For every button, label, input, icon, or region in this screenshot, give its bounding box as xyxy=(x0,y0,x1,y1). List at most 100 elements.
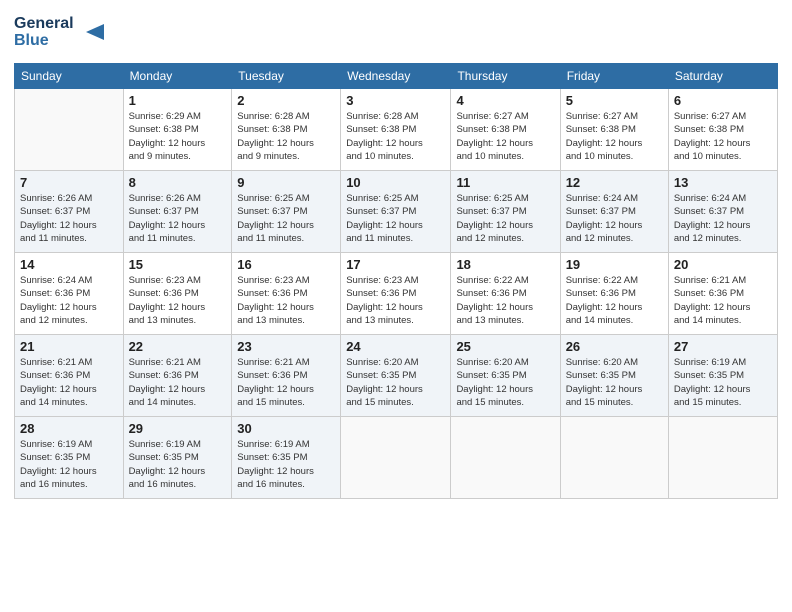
day-info: Sunrise: 6:24 AM Sunset: 6:36 PM Dayligh… xyxy=(20,274,118,327)
day-number: 10 xyxy=(346,175,445,190)
day-number: 1 xyxy=(129,93,227,108)
day-number: 6 xyxy=(674,93,772,108)
day-number: 29 xyxy=(129,421,227,436)
day-info: Sunrise: 6:21 AM Sunset: 6:36 PM Dayligh… xyxy=(674,274,772,327)
day-info: Sunrise: 6:28 AM Sunset: 6:38 PM Dayligh… xyxy=(346,110,445,163)
day-number: 17 xyxy=(346,257,445,272)
calendar-cell: 25 Sunrise: 6:20 AM Sunset: 6:35 PM Dayli… xyxy=(451,335,560,417)
calendar-cell xyxy=(341,417,451,499)
calendar-week-row: 21 Sunrise: 6:21 AM Sunset: 6:36 PM Dayli… xyxy=(15,335,778,417)
calendar-cell: 17 Sunrise: 6:23 AM Sunset: 6:36 PM Dayli… xyxy=(341,253,451,335)
day-number: 13 xyxy=(674,175,772,190)
calendar-cell xyxy=(668,417,777,499)
day-info: Sunrise: 6:20 AM Sunset: 6:35 PM Dayligh… xyxy=(566,356,663,409)
calendar-week-row: 7 Sunrise: 6:26 AM Sunset: 6:37 PM Daylig… xyxy=(15,171,778,253)
day-number: 15 xyxy=(129,257,227,272)
calendar-cell xyxy=(560,417,668,499)
day-info: Sunrise: 6:19 AM Sunset: 6:35 PM Dayligh… xyxy=(20,438,118,491)
day-info: Sunrise: 6:27 AM Sunset: 6:38 PM Dayligh… xyxy=(566,110,663,163)
day-info: Sunrise: 6:21 AM Sunset: 6:36 PM Dayligh… xyxy=(129,356,227,409)
calendar-cell: 14 Sunrise: 6:24 AM Sunset: 6:36 PM Dayli… xyxy=(15,253,124,335)
weekday-header: Saturday xyxy=(668,64,777,89)
weekday-header: Monday xyxy=(123,64,232,89)
day-number: 27 xyxy=(674,339,772,354)
calendar-cell: 19 Sunrise: 6:22 AM Sunset: 6:36 PM Dayli… xyxy=(560,253,668,335)
day-info: Sunrise: 6:24 AM Sunset: 6:37 PM Dayligh… xyxy=(674,192,772,245)
calendar-cell: 22 Sunrise: 6:21 AM Sunset: 6:36 PM Dayli… xyxy=(123,335,232,417)
calendar-cell: 4 Sunrise: 6:27 AM Sunset: 6:38 PM Daylig… xyxy=(451,89,560,171)
day-number: 24 xyxy=(346,339,445,354)
day-info: Sunrise: 6:25 AM Sunset: 6:37 PM Dayligh… xyxy=(346,192,445,245)
day-number: 7 xyxy=(20,175,118,190)
day-info: Sunrise: 6:22 AM Sunset: 6:36 PM Dayligh… xyxy=(566,274,663,327)
day-number: 25 xyxy=(456,339,554,354)
calendar-cell xyxy=(451,417,560,499)
day-info: Sunrise: 6:29 AM Sunset: 6:38 PM Dayligh… xyxy=(129,110,227,163)
day-number: 16 xyxy=(237,257,335,272)
calendar-cell: 9Sunrise: 6:25 AM Sunset: 6:37 PM Daylig… xyxy=(232,171,341,253)
calendar-cell: 15Sunrise: 6:23 AM Sunset: 6:36 PM Dayli… xyxy=(123,253,232,335)
day-number: 5 xyxy=(566,93,663,108)
svg-text:Blue: Blue xyxy=(14,32,49,49)
day-info: Sunrise: 6:27 AM Sunset: 6:38 PM Dayligh… xyxy=(674,110,772,163)
day-number: 21 xyxy=(20,339,118,354)
header: General Blue xyxy=(14,10,778,55)
day-info: Sunrise: 6:20 AM Sunset: 6:35 PM Dayligh… xyxy=(346,356,445,409)
calendar-cell: 10 Sunrise: 6:25 AM Sunset: 6:37 PM Dayli… xyxy=(341,171,451,253)
calendar-cell: 2 Sunrise: 6:28 AM Sunset: 6:38 PM Daylig… xyxy=(232,89,341,171)
day-info: Sunrise: 6:23 AM Sunset: 6:36 PM Dayligh… xyxy=(346,274,445,327)
svg-text:General: General xyxy=(14,15,74,32)
calendar-cell: 5 Sunrise: 6:27 AM Sunset: 6:38 PM Daylig… xyxy=(560,89,668,171)
day-info: Sunrise: 6:26 AM Sunset: 6:37 PM Dayligh… xyxy=(20,192,118,245)
day-info: Sunrise: 6:20 AM Sunset: 6:35 PM Dayligh… xyxy=(456,356,554,409)
calendar-cell: 26 Sunrise: 6:20 AM Sunset: 6:35 PM Dayli… xyxy=(560,335,668,417)
calendar-table: SundayMondayTuesdayWednesdayThursdayFrid… xyxy=(14,63,778,499)
day-number: 26 xyxy=(566,339,663,354)
logo: General Blue xyxy=(14,10,104,55)
day-info: Sunrise: 6:19 AM Sunset: 6:35 PM Dayligh… xyxy=(674,356,772,409)
calendar-cell: 21 Sunrise: 6:21 AM Sunset: 6:36 PM Dayli… xyxy=(15,335,124,417)
day-info: Sunrise: 6:22 AM Sunset: 6:36 PM Dayligh… xyxy=(456,274,554,327)
day-number: 11 xyxy=(456,175,554,190)
calendar-cell: 23 Sunrise: 6:21 AM Sunset: 6:36 PM Dayli… xyxy=(232,335,341,417)
calendar-cell: 3Sunrise: 6:28 AM Sunset: 6:38 PM Daylig… xyxy=(341,89,451,171)
calendar-cell: 13 Sunrise: 6:24 AM Sunset: 6:37 PM Dayli… xyxy=(668,171,777,253)
day-number: 14 xyxy=(20,257,118,272)
day-info: Sunrise: 6:19 AM Sunset: 6:35 PM Dayligh… xyxy=(129,438,227,491)
weekday-header: Wednesday xyxy=(341,64,451,89)
day-number: 28 xyxy=(20,421,118,436)
day-info: Sunrise: 6:27 AM Sunset: 6:38 PM Dayligh… xyxy=(456,110,554,163)
calendar-week-row: 1 Sunrise: 6:29 AM Sunset: 6:38 PM Daylig… xyxy=(15,89,778,171)
day-number: 12 xyxy=(566,175,663,190)
day-info: Sunrise: 6:26 AM Sunset: 6:37 PM Dayligh… xyxy=(129,192,227,245)
calendar-cell: 16 Sunrise: 6:23 AM Sunset: 6:36 PM Dayli… xyxy=(232,253,341,335)
calendar-cell: 27 Sunrise: 6:19 AM Sunset: 6:35 PM Dayli… xyxy=(668,335,777,417)
day-number: 30 xyxy=(237,421,335,436)
day-info: Sunrise: 6:19 AM Sunset: 6:35 PM Dayligh… xyxy=(237,438,335,491)
day-info: Sunrise: 6:21 AM Sunset: 6:36 PM Dayligh… xyxy=(20,356,118,409)
calendar-cell: 29 Sunrise: 6:19 AM Sunset: 6:35 PM Dayli… xyxy=(123,417,232,499)
calendar-body: 1 Sunrise: 6:29 AM Sunset: 6:38 PM Daylig… xyxy=(15,89,778,499)
calendar-cell: 18Sunrise: 6:22 AM Sunset: 6:36 PM Dayli… xyxy=(451,253,560,335)
weekday-header: Sunday xyxy=(15,64,124,89)
day-number: 8 xyxy=(129,175,227,190)
calendar-week-row: 28 Sunrise: 6:19 AM Sunset: 6:35 PM Dayli… xyxy=(15,417,778,499)
calendar-cell: 20 Sunrise: 6:21 AM Sunset: 6:36 PM Dayli… xyxy=(668,253,777,335)
calendar-cell: 30 Sunrise: 6:19 AM Sunset: 6:35 PM Dayli… xyxy=(232,417,341,499)
day-number: 20 xyxy=(674,257,772,272)
logo-text: General Blue xyxy=(14,10,104,55)
calendar-week-row: 14 Sunrise: 6:24 AM Sunset: 6:36 PM Dayli… xyxy=(15,253,778,335)
day-info: Sunrise: 6:21 AM Sunset: 6:36 PM Dayligh… xyxy=(237,356,335,409)
day-number: 19 xyxy=(566,257,663,272)
day-info: Sunrise: 6:24 AM Sunset: 6:37 PM Dayligh… xyxy=(566,192,663,245)
calendar-cell: 28 Sunrise: 6:19 AM Sunset: 6:35 PM Dayli… xyxy=(15,417,124,499)
day-info: Sunrise: 6:28 AM Sunset: 6:38 PM Dayligh… xyxy=(237,110,335,163)
day-number: 23 xyxy=(237,339,335,354)
calendar-cell: 1 Sunrise: 6:29 AM Sunset: 6:38 PM Daylig… xyxy=(123,89,232,171)
day-info: Sunrise: 6:25 AM Sunset: 6:37 PM Dayligh… xyxy=(456,192,554,245)
day-info: Sunrise: 6:23 AM Sunset: 6:36 PM Dayligh… xyxy=(237,274,335,327)
day-number: 22 xyxy=(129,339,227,354)
calendar-cell: 11 Sunrise: 6:25 AM Sunset: 6:37 PM Dayli… xyxy=(451,171,560,253)
day-number: 2 xyxy=(237,93,335,108)
day-number: 4 xyxy=(456,93,554,108)
